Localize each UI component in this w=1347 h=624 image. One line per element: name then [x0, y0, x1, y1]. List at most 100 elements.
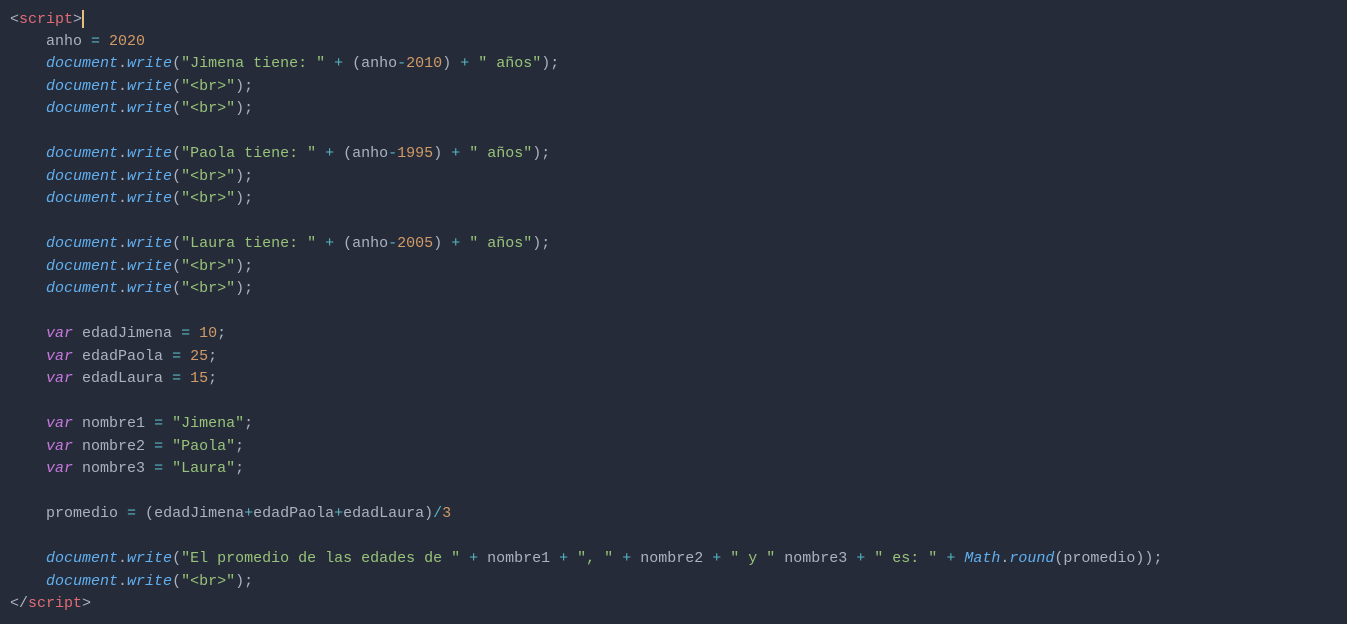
paren: ( [172, 258, 181, 275]
number-literal: 1995 [397, 145, 433, 162]
blank-line[interactable] [10, 211, 1347, 234]
string-literal: "Paola tiene: " [181, 145, 316, 162]
paren: ) [235, 573, 244, 590]
operator: = [163, 348, 190, 365]
code-line[interactable]: var edadLaura = 15; [10, 368, 1347, 391]
space [73, 438, 82, 455]
semicolon: ; [244, 100, 253, 117]
blank-line[interactable] [10, 526, 1347, 549]
code-line[interactable]: document.write("<br>"); [10, 76, 1347, 99]
identifier: edadLaura [343, 505, 424, 522]
indent [10, 258, 46, 275]
paren: ( [145, 505, 154, 522]
string-literal: "<br>" [181, 190, 235, 207]
dot: . [118, 100, 127, 117]
semicolon: ; [244, 78, 253, 95]
keyword: var [46, 325, 73, 342]
blank-line[interactable] [10, 121, 1347, 144]
code-line[interactable]: document.write("Laura tiene: " + (anho-2… [10, 233, 1347, 256]
object: document [46, 280, 118, 297]
paren: ) [235, 78, 244, 95]
object: document [46, 258, 118, 275]
blank-line[interactable] [10, 481, 1347, 504]
indent [10, 235, 46, 252]
object: Math [964, 550, 1000, 567]
indent [10, 145, 46, 162]
dot: . [118, 235, 127, 252]
code-line[interactable]: promedio = (edadJimena+edadPaola+edadLau… [10, 503, 1347, 526]
indent [10, 438, 46, 455]
string-literal: "<br>" [181, 78, 235, 95]
string-literal: "Laura tiene: " [181, 235, 316, 252]
code-line[interactable]: document.write("<br>"); [10, 278, 1347, 301]
identifier: anho [361, 55, 397, 72]
code-line[interactable]: document.write("El promedio de las edade… [10, 548, 1347, 571]
semicolon: ; [235, 438, 244, 455]
method: write [127, 235, 172, 252]
string-literal: " años" [469, 235, 532, 252]
paren: ( [172, 55, 181, 72]
operator: = [145, 460, 172, 477]
object: document [46, 55, 118, 72]
code-line[interactable]: var edadPaola = 25; [10, 346, 1347, 369]
dot: . [118, 280, 127, 297]
number-literal: 25 [190, 348, 208, 365]
code-line[interactable]: </script> [10, 593, 1347, 616]
dot: . [118, 55, 127, 72]
dot: . [118, 145, 127, 162]
code-line[interactable]: document.write("<br>"); [10, 166, 1347, 189]
code-line[interactable]: document.write("<br>"); [10, 256, 1347, 279]
space [73, 325, 82, 342]
operator: + [847, 550, 874, 567]
code-line[interactable]: document.write("<br>"); [10, 188, 1347, 211]
string-literal: " años" [478, 55, 541, 72]
code-line[interactable]: <script> [10, 8, 1347, 31]
string-literal: "<br>" [181, 280, 235, 297]
dot: . [118, 573, 127, 590]
string-literal: "Paola" [172, 438, 235, 455]
semicolon: ; [244, 415, 253, 432]
string-literal: "El promedio de las edades de " [181, 550, 460, 567]
paren: ( [172, 168, 181, 185]
dot: . [118, 258, 127, 275]
dot: . [118, 168, 127, 185]
dot: . [1000, 550, 1009, 567]
code-line[interactable]: document.write("Paola tiene: " + (anho-1… [10, 143, 1347, 166]
identifier: nombre3 [82, 460, 145, 477]
identifier: nombre1 [487, 550, 550, 567]
string-literal: "<br>" [181, 168, 235, 185]
operator: - [397, 55, 406, 72]
blank-line[interactable] [10, 301, 1347, 324]
code-line[interactable]: anho = 2020 [10, 31, 1347, 54]
method: write [127, 78, 172, 95]
indent [10, 415, 46, 432]
identifier: edadJimena [154, 505, 244, 522]
paren: ( [172, 550, 181, 567]
code-line[interactable]: document.write("Jimena tiene: " + (anho-… [10, 53, 1347, 76]
tag-bracket: < [10, 11, 19, 28]
operator: + [613, 550, 640, 567]
identifier: nombre1 [82, 415, 145, 432]
space [73, 348, 82, 365]
identifier: nombre3 [784, 550, 847, 567]
operator: + [325, 55, 352, 72]
object: document [46, 573, 118, 590]
code-line[interactable]: var nombre3 = "Laura"; [10, 458, 1347, 481]
paren: ) [433, 235, 442, 252]
string-literal: " es: " [874, 550, 937, 567]
object: document [46, 168, 118, 185]
code-line[interactable]: var nombre2 = "Paola"; [10, 436, 1347, 459]
code-line[interactable]: var edadJimena = 10; [10, 323, 1347, 346]
code-line[interactable]: document.write("<br>"); [10, 98, 1347, 121]
code-editor[interactable]: <script> anho = 2020 document.write("Jim… [0, 0, 1347, 624]
method: write [127, 258, 172, 275]
code-line[interactable]: document.write("<br>"); [10, 571, 1347, 594]
semicolon: ; [244, 573, 253, 590]
code-line[interactable]: var nombre1 = "Jimena"; [10, 413, 1347, 436]
blank-line[interactable] [10, 391, 1347, 414]
method: round [1009, 550, 1054, 567]
paren: ( [343, 145, 352, 162]
method: write [127, 550, 172, 567]
identifier: anho [46, 33, 82, 50]
operator: + [460, 550, 487, 567]
